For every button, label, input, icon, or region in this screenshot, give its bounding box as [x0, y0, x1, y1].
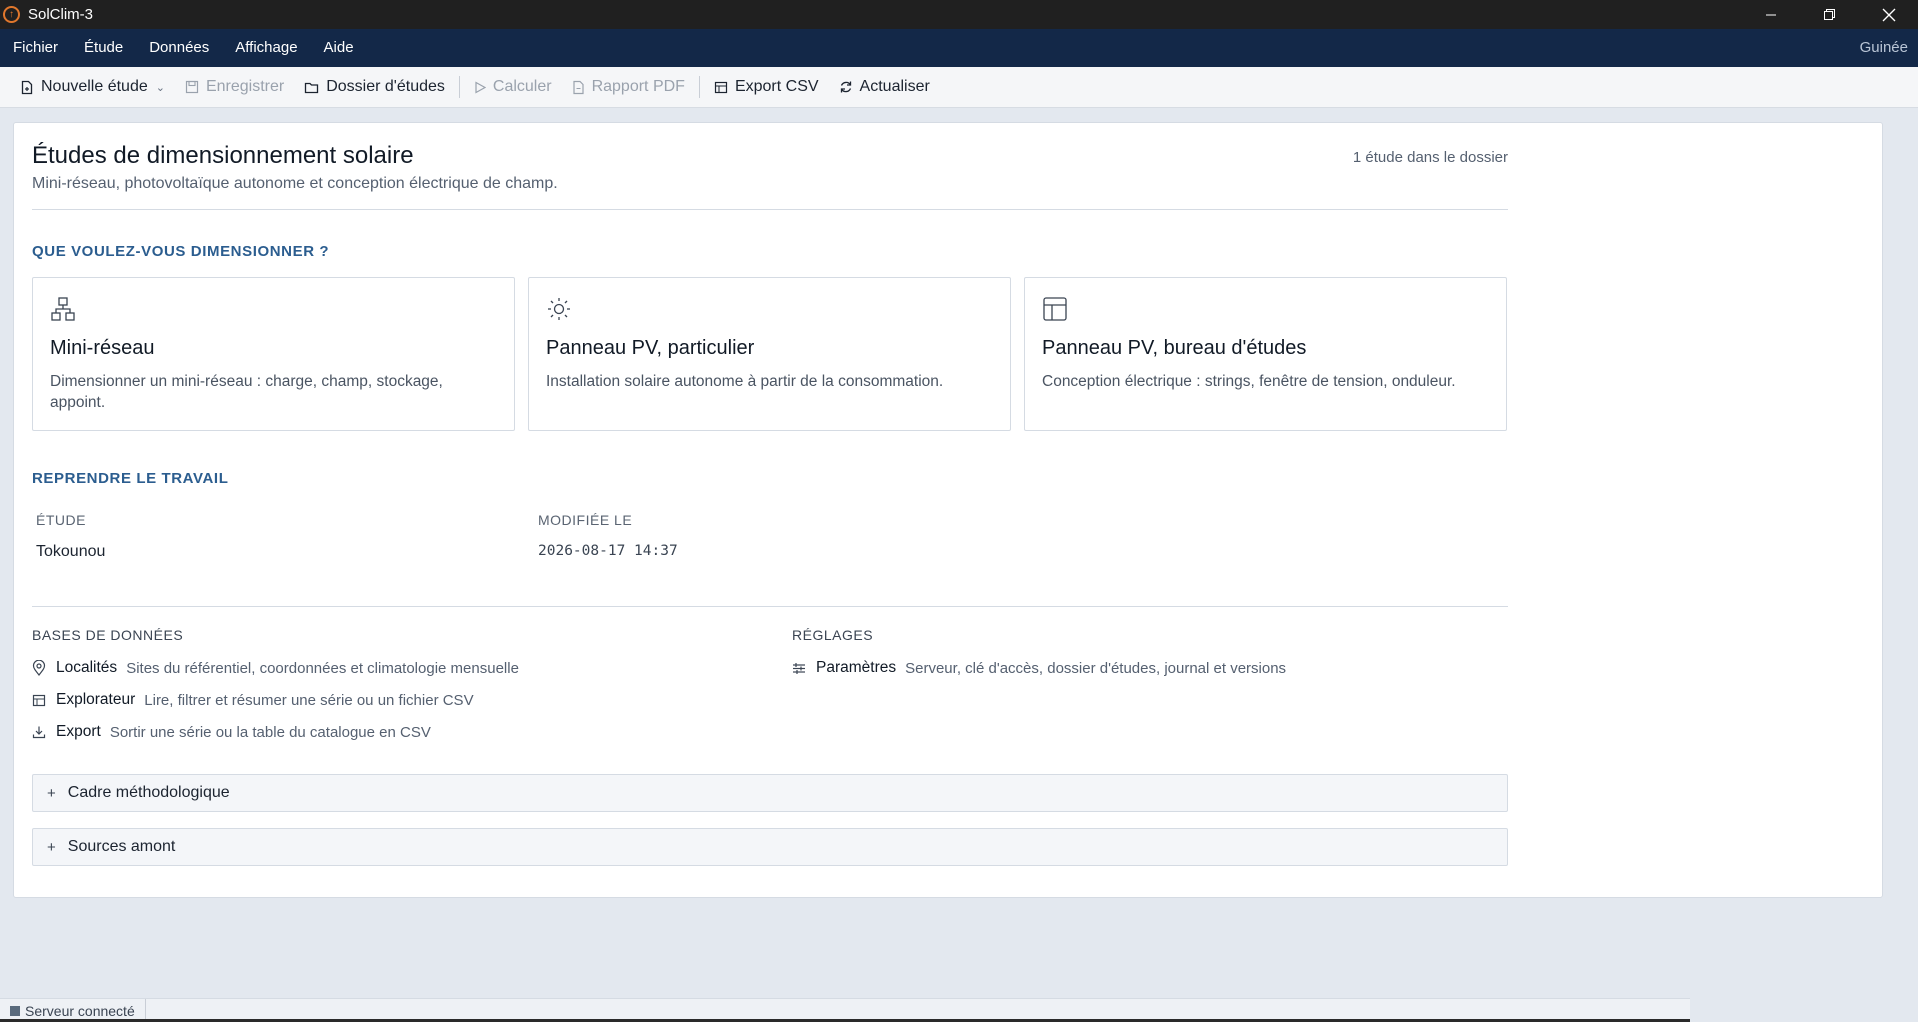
resume-section-title: REPRENDRE LE TRAVAIL [32, 470, 229, 487]
new-study-label: Nouvelle étude [41, 78, 148, 95]
menu-etude[interactable]: Étude [71, 29, 136, 67]
folder-icon [304, 81, 319, 94]
link-name: Explorateur [56, 691, 136, 708]
card-description: Installation solaire autonome à partir d… [546, 373, 944, 390]
collapsible-label: Sources amont [67, 838, 176, 855]
study-folder-label: Dossier d'études [326, 78, 445, 95]
page-subtitle: Mini-réseau, photovoltaïque autonome et … [32, 175, 558, 192]
collapsible-methodology[interactable]: + Cadre méthodologique [32, 774, 1508, 812]
card-mini-grid[interactable]: Mini-réseau Dimensionner un mini-réseau … [32, 277, 515, 431]
save-label: Enregistrer [205, 78, 285, 95]
card-title: Panneau PV, particulier [546, 337, 755, 359]
card-pv-engineering[interactable]: Panneau PV, bureau d'études Conception é… [1024, 277, 1507, 431]
location-pin-icon [32, 660, 48, 676]
study-count: 1 étude dans le dossier [1352, 149, 1508, 166]
table-icon [714, 81, 728, 94]
menu-fichier[interactable]: Fichier [0, 29, 71, 67]
play-icon [474, 80, 486, 94]
compute-label: Calculer [492, 78, 552, 95]
window-titlebar: ↑ SolClim-3 [0, 0, 1918, 29]
table-icon [32, 694, 48, 707]
layout-icon [1042, 296, 1068, 327]
databases-title: BASES DE DONNÉES [32, 627, 184, 643]
link-export[interactable]: Export Sortir une série ou la table du c… [32, 723, 431, 741]
toolbar-separator [458, 76, 460, 98]
divider [32, 606, 1508, 607]
compute-button[interactable]: Calculer [464, 67, 562, 108]
pdf-report-label: Rapport PDF [591, 78, 685, 95]
minimize-button[interactable] [1741, 0, 1800, 29]
card-title: Panneau PV, bureau d'études [1042, 337, 1307, 359]
refresh-label: Actualiser [859, 78, 930, 95]
new-file-icon [20, 80, 34, 95]
close-button[interactable] [1859, 0, 1918, 29]
dimension-section-title: QUE VOULEZ-VOUS DIMENSIONNER ? [32, 243, 330, 260]
minimize-icon [1765, 14, 1776, 15]
network-icon [50, 296, 76, 327]
export-csv-button[interactable]: Export CSV [704, 67, 829, 108]
expand-icon: + [47, 784, 56, 802]
collapsible-label: Cadre méthodologique [67, 784, 230, 801]
menu-donnees[interactable]: Données [136, 29, 222, 67]
new-study-button[interactable]: Nouvelle étude ⌄ [10, 67, 175, 108]
link-name: Localités [56, 659, 118, 676]
modified-date-cell: 2026-08-17 14:37 [538, 543, 678, 559]
link-parameters[interactable]: Paramètres Serveur, clé d'accès, dossier… [792, 659, 1286, 677]
study-name-cell[interactable]: Tokounou [36, 543, 105, 561]
restore-icon [1824, 9, 1835, 20]
link-description: Lire, filtrer et résumer une série ou un… [144, 691, 474, 709]
toolbar-separator [698, 76, 700, 98]
close-icon [1882, 8, 1895, 21]
link-name: Export [56, 723, 101, 740]
collapsible-sources[interactable]: + Sources amont [32, 828, 1508, 866]
status-indicator-icon [10, 1005, 20, 1016]
refresh-button[interactable]: Actualiser [829, 67, 940, 108]
study-folder-button[interactable]: Dossier d'études [294, 67, 455, 108]
column-header-study[interactable]: ÉTUDE [36, 512, 86, 528]
expand-icon: + [47, 838, 56, 856]
card-description: Dimensionner un mini-réseau : charge, ch… [50, 373, 443, 411]
divider [32, 209, 1508, 210]
home-panel: Études de dimensionnement solaire Mini-r… [13, 122, 1883, 898]
status-text: Serveur connecté [25, 1002, 135, 1019]
dimension-cards: Mini-réseau Dimensionner un mini-réseau … [32, 277, 1508, 431]
menu-aide[interactable]: Aide [311, 29, 367, 67]
pdf-report-button[interactable]: Rapport PDF [562, 67, 695, 108]
link-explorer[interactable]: Explorateur Lire, filtrer et résumer une… [32, 691, 474, 709]
link-localities[interactable]: Localités Sites du référentiel, coordonn… [32, 659, 519, 677]
card-description: Conception électrique : strings, fenêtre… [1042, 373, 1456, 390]
window-controls [1741, 0, 1918, 29]
column-header-modified[interactable]: MODIFIÉE LE [538, 512, 632, 528]
save-icon [185, 80, 199, 94]
link-name: Paramètres [816, 659, 897, 676]
sun-power-icon: ↑ [3, 6, 20, 23]
link-description: Serveur, clé d'accès, dossier d'études, … [905, 659, 1287, 677]
card-title: Mini-réseau [50, 337, 155, 359]
save-button[interactable]: Enregistrer [175, 67, 294, 108]
restore-button[interactable] [1800, 0, 1859, 29]
card-pv-individual[interactable]: Panneau PV, particulier Installation sol… [528, 277, 1011, 431]
menu-affichage[interactable]: Affichage [222, 29, 310, 67]
menubar: Fichier Étude Données Affichage Aide Gui… [0, 29, 1918, 67]
pdf-icon [572, 80, 585, 95]
region-label[interactable]: Guinée [1860, 29, 1908, 67]
refresh-icon [839, 80, 853, 94]
link-description: Sites du référentiel, coordonnées et cli… [126, 659, 519, 677]
sun-icon [546, 296, 572, 327]
page-title: Études de dimensionnement solaire [32, 142, 414, 169]
download-icon [32, 725, 48, 739]
export-csv-label: Export CSV [734, 78, 819, 95]
toolbar: Nouvelle étude ⌄ Enregistrer Dossier d'é… [0, 67, 1918, 108]
chevron-down-icon: ⌄ [155, 81, 165, 94]
sliders-icon [792, 662, 808, 675]
settings-title: RÉGLAGES [792, 627, 874, 643]
link-description: Sortir une série ou la table du catalogu… [109, 723, 431, 741]
window-title: SolClim-3 [28, 6, 94, 23]
